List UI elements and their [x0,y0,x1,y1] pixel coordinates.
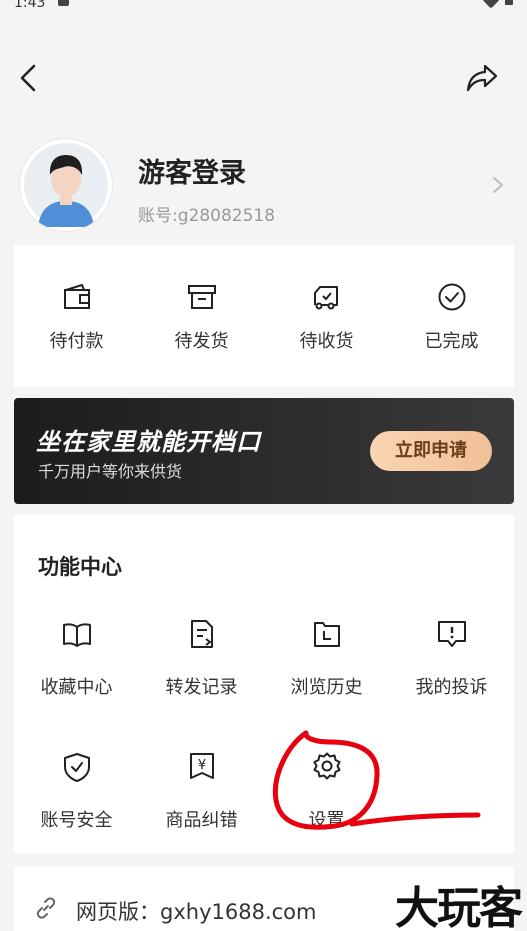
yuan-icon: ¥ [190,753,214,779]
func-label: 设置 [308,810,345,831]
book-icon [63,623,91,647]
order-label: 待发货 [174,331,229,352]
forward-record-icon [191,620,213,648]
user-avatar-icon [24,143,108,227]
banner-subtitle: 千万用户等你来供货 [38,462,183,481]
archive-box-icon [188,285,216,309]
func-complaints[interactable]: 我的投诉 [389,618,514,728]
func-history[interactable]: 浏览历史 [264,618,389,728]
func-label: 商品纠错 [165,810,238,831]
orders-card: 待付款 待发货 待收货 已完成 [14,245,514,387]
section-title: 功能中心 [38,555,122,579]
func-product-correction[interactable]: ¥ 商品纠错 [139,751,264,861]
gear-icon [313,752,341,780]
order-pending-receipt[interactable]: 待收货 [264,245,389,387]
shield-icon [64,753,90,782]
status-time: 1:43 [14,0,46,11]
func-label: 转发记录 [165,677,238,698]
order-label: 待收货 [299,331,354,352]
order-label: 已完成 [424,331,479,352]
profile-account: 账号:g28082518 [138,206,276,226]
wifi-icon [482,0,500,9]
chevron-left-icon [20,64,36,92]
wallet-icon [64,284,90,309]
func-label: 浏览历史 [290,677,363,698]
banner-title: 坐在家里就能开档口 [36,428,261,456]
back-button[interactable] [14,60,46,96]
func-label: 我的投诉 [415,677,488,698]
history-icon [314,622,340,647]
order-pending-payment[interactable]: 待付款 [14,245,139,387]
share-icon [466,64,498,92]
link-icon [36,897,56,919]
top-bar [0,52,527,104]
website-label: 网页版：gxhy1688.com [76,900,317,924]
order-completed[interactable]: 已完成 [389,245,514,387]
status-bar: 1:43 [0,0,527,14]
truck-icon [314,286,338,310]
promo-banner[interactable]: 坐在家里就能开档口 千万用户等你来供货 立即申请 [14,398,514,504]
function-center-card: 功能中心 收藏中心 转发记录 浏览历史 我的投诉 账号安全 ¥ 商品纠错 设置 [14,515,514,853]
battery-icon [505,0,513,5]
order-label: 待付款 [49,331,104,352]
watermark: 大玩客 [395,883,523,931]
check-circle-icon [438,283,466,311]
avatar [20,139,112,231]
svg-text:¥: ¥ [198,758,206,773]
order-pending-shipment[interactable]: 待发货 [139,245,264,387]
func-label: 账号安全 [40,810,113,831]
apply-now-button[interactable]: 立即申请 [370,431,492,471]
share-button[interactable] [465,60,499,96]
func-settings[interactable]: 设置 [264,751,389,861]
func-label: 收藏中心 [40,677,113,698]
func-account-security[interactable]: 账号安全 [14,751,139,861]
func-forward-record[interactable]: 转发记录 [139,618,264,728]
func-favorites[interactable]: 收藏中心 [14,618,139,728]
notification-icon [58,0,69,6]
complaint-icon [438,621,466,647]
profile-name: 游客登录 [138,158,246,189]
profile-section[interactable]: 游客登录 账号:g28082518 [0,135,527,235]
chevron-right-icon [493,177,503,193]
